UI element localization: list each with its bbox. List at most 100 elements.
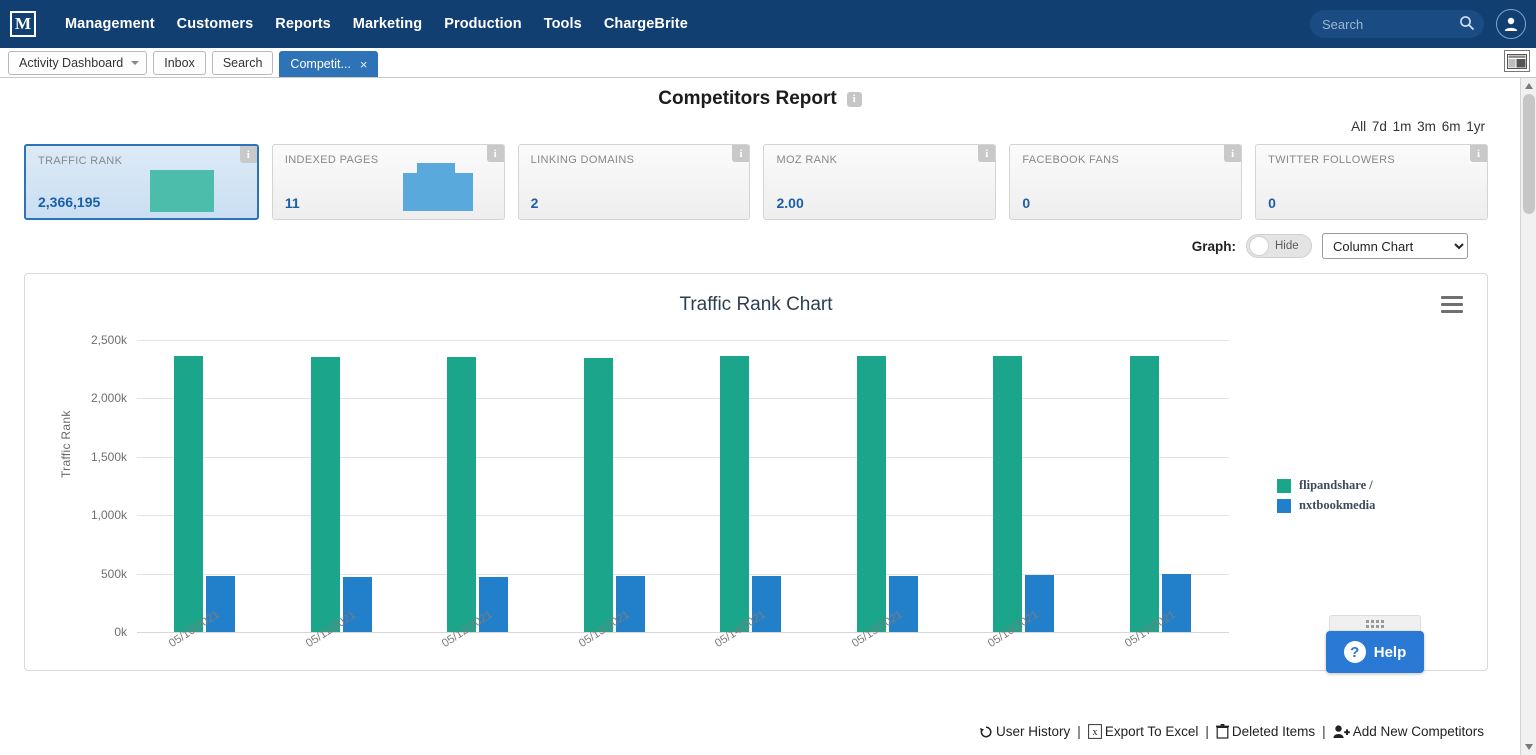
user-avatar-button[interactable] xyxy=(1496,9,1526,39)
search-input[interactable] xyxy=(1320,15,1450,33)
bar[interactable] xyxy=(310,357,340,632)
y-axis-tick-label: 2,500k xyxy=(90,333,127,347)
bar-group xyxy=(174,356,236,632)
bar-group xyxy=(856,356,918,632)
graph-label: Graph: xyxy=(1191,238,1236,254)
kpi-card-indexed-pages[interactable]: INDEXED PAGES 11 i xyxy=(271,144,505,220)
gridline xyxy=(137,340,1229,341)
footer-links: User History | x Export To Excel | Delet… xyxy=(979,724,1484,739)
bar-group xyxy=(1129,356,1191,632)
nav-item-marketing[interactable]: Marketing xyxy=(342,10,433,38)
tab-activity-dashboard-label: Activity Dashboard xyxy=(19,56,124,70)
bar[interactable] xyxy=(1129,356,1159,632)
range-option-all[interactable]: All xyxy=(1350,119,1367,134)
graph-hide-toggle[interactable]: Hide xyxy=(1246,234,1312,258)
kpi-card-linking-domains[interactable]: LINKING DOMAINS 2 i xyxy=(517,144,751,220)
bar-group xyxy=(583,358,645,632)
info-icon[interactable]: i xyxy=(1224,145,1242,162)
kpi-label: TRAFFIC RANK xyxy=(38,155,123,167)
info-icon[interactable]: i xyxy=(239,146,257,163)
chart-title: Traffic Rank Chart xyxy=(679,294,833,315)
export-menu-icon[interactable] xyxy=(1441,296,1463,313)
nav-item-management[interactable]: Management xyxy=(54,10,166,38)
link-deleted-items[interactable]: Deleted Items xyxy=(1215,724,1316,739)
page-content: Competitors Report i All 7d 1m 3m 6m 1yr… xyxy=(0,78,1520,755)
bar[interactable] xyxy=(993,356,1023,632)
help-button[interactable]: ? Help xyxy=(1326,631,1424,673)
range-option-1m[interactable]: 1m xyxy=(1392,119,1413,134)
nav-item-chargebrite[interactable]: ChargeBrite xyxy=(593,10,699,38)
range-option-1yr[interactable]: 1yr xyxy=(1465,119,1486,134)
bar[interactable] xyxy=(856,356,886,632)
chevron-down-icon xyxy=(131,61,140,65)
bar-group xyxy=(993,356,1055,632)
chart-panel: Traffic Rank Chart Traffic Rank 0k 500k 1,… xyxy=(24,273,1488,671)
info-icon[interactable]: i xyxy=(1469,145,1487,162)
graph-controls: Graph: Hide Column Chart xyxy=(0,220,1520,259)
separator: | xyxy=(1322,724,1326,739)
link-label: Deleted Items xyxy=(1231,724,1316,739)
chevron-up-icon xyxy=(1525,83,1533,89)
link-label: Add New Competitors xyxy=(1352,724,1484,739)
page-scrollbar[interactable] xyxy=(1520,78,1536,755)
range-option-6m[interactable]: 6m xyxy=(1441,119,1462,134)
trash-icon xyxy=(1215,724,1229,739)
history-icon xyxy=(980,726,992,737)
panel-layout-button[interactable] xyxy=(1504,50,1530,72)
legend-swatch xyxy=(1277,478,1291,493)
range-option-7d[interactable]: 7d xyxy=(1371,119,1388,134)
scroll-up-arrow[interactable] xyxy=(1521,78,1536,94)
link-label: User History xyxy=(996,724,1071,739)
kpi-card-traffic-rank[interactable]: TRAFFIC RANK 2,366,195 i xyxy=(24,144,259,220)
legend-item[interactable]: flipandshare / xyxy=(1277,478,1375,493)
info-icon[interactable]: i xyxy=(732,145,750,162)
tab-bar: Activity Dashboard Inbox Search Competit… xyxy=(0,48,1536,78)
range-option-3m[interactable]: 3m xyxy=(1416,119,1437,134)
bar[interactable] xyxy=(583,358,613,632)
legend-item[interactable]: nxtbookmedia xyxy=(1277,498,1375,513)
nav-item-customers[interactable]: Customers xyxy=(166,10,265,38)
chart-type-select[interactable]: Column Chart xyxy=(1322,233,1468,259)
scroll-down-arrow[interactable] xyxy=(1521,739,1536,755)
info-icon[interactable]: i xyxy=(978,145,996,162)
bar[interactable] xyxy=(174,356,204,632)
info-icon[interactable]: i xyxy=(486,145,504,162)
tab-activity-dashboard[interactable]: Activity Dashboard xyxy=(8,51,148,75)
tab-competitors-label: Competit... xyxy=(290,57,351,71)
kpi-value: 0 xyxy=(1022,195,1031,211)
help-widget: ? Help xyxy=(1326,615,1424,673)
nav-item-reports[interactable]: Reports xyxy=(264,10,342,38)
kpi-card-twitter-followers[interactable]: TWITTER FOLLOWERS 0 i xyxy=(1255,144,1488,220)
link-export-to-excel[interactable]: x Export To Excel xyxy=(1087,724,1198,739)
kpi-label: FACEBOOK FANS xyxy=(1022,154,1120,166)
kpi-label: LINKING DOMAINS xyxy=(530,154,635,166)
close-icon[interactable]: × xyxy=(360,58,368,71)
svg-text:x: x xyxy=(1092,727,1097,738)
help-drag-handle[interactable] xyxy=(1329,615,1421,631)
sparkline-indexed-pages xyxy=(402,173,473,211)
nav-item-tools[interactable]: Tools xyxy=(533,10,593,38)
kpi-card-facebook-fans[interactable]: FACEBOOK FANS 0 i xyxy=(1009,144,1243,220)
gridline xyxy=(137,456,1229,458)
kpi-label: INDEXED PAGES xyxy=(284,154,379,166)
toggle-knob xyxy=(1249,236,1269,256)
info-icon[interactable]: i xyxy=(846,91,862,107)
link-user-history[interactable]: User History xyxy=(979,724,1070,739)
date-range-selector: All 7d 1m 3m 6m 1yr xyxy=(0,110,1520,134)
scrollbar-thumb[interactable] xyxy=(1523,94,1535,214)
search-icon xyxy=(1459,15,1475,36)
bar[interactable] xyxy=(720,356,750,632)
kpi-value: 2.00 xyxy=(776,195,804,211)
tab-search[interactable]: Search xyxy=(211,51,274,75)
brand-logo[interactable]: M xyxy=(10,11,36,37)
bar[interactable] xyxy=(447,357,477,632)
global-search-box[interactable] xyxy=(1310,10,1484,38)
link-add-new-competitors[interactable]: Add New Competitors xyxy=(1333,724,1484,739)
kpi-card-moz-rank[interactable]: MOZ RANK 2.00 i xyxy=(763,144,997,220)
tab-inbox[interactable]: Inbox xyxy=(153,51,206,75)
nav-item-production[interactable]: Production xyxy=(433,10,533,38)
main-nav: Management Customers Reports Marketing P… xyxy=(54,10,699,38)
page-header: Competitors Report i xyxy=(0,78,1520,110)
tab-competitors[interactable]: Competit... × xyxy=(279,51,379,77)
navbar-right-group xyxy=(1310,0,1526,48)
